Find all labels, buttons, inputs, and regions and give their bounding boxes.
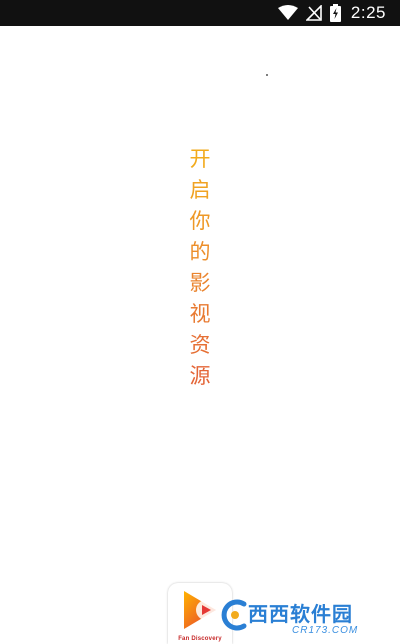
- slogan-char: 你: [189, 209, 211, 233]
- watermark: 西西软件园 CR173.COM: [214, 592, 400, 644]
- slogan-char: 资: [189, 333, 211, 357]
- watermark-url: CR173.COM: [292, 625, 359, 636]
- slogan-char: 的: [189, 240, 211, 264]
- battery-charging-icon: [329, 4, 341, 22]
- watermark-title: 西西软件园: [248, 602, 353, 626]
- slogan-char: 源: [189, 364, 211, 388]
- slogan: 开启你的影视资源: [180, 144, 220, 392]
- cr-logo-icon: [218, 598, 250, 636]
- slogan-char: 启: [189, 178, 211, 202]
- wifi-icon: [277, 5, 298, 21]
- slogan-char: 影: [189, 271, 211, 295]
- splash-screen: 2:25 开启你的影视资源 Fan Discovery 西西软件园 CR173.…: [0, 0, 400, 644]
- stray-dot: [266, 74, 268, 76]
- no-signal-icon: [305, 5, 322, 21]
- slogan-char: 视: [189, 302, 211, 326]
- slogan-char: 开: [189, 147, 211, 171]
- status-time: 2:25: [350, 3, 386, 22]
- status-bar: 2:25: [0, 0, 400, 26]
